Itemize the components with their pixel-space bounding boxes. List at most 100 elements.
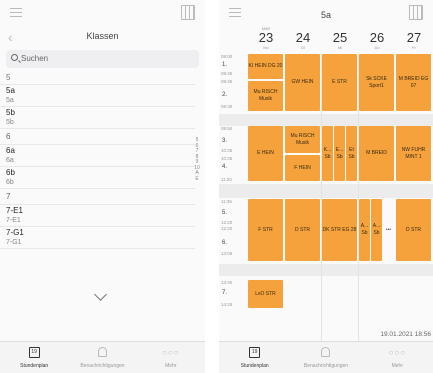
columns-icon[interactable] — [409, 5, 423, 20]
section-index[interactable]: 5 6 7 8 9 10 A E — [194, 137, 200, 183]
tab-label: Stundenplan — [20, 363, 49, 369]
tab-label: Benachrichtigungen — [303, 363, 349, 369]
day-name: Do — [374, 45, 380, 50]
lesson-cell[interactable]: KI HEIN DG 20 — [248, 54, 283, 79]
list-item[interactable]: 5a 5a — [0, 85, 195, 107]
day-number: 27 — [406, 30, 422, 45]
lesson-cell[interactable]: E... Sb — [334, 126, 345, 181]
tab-stundenplan[interactable]: 19 Stundenplan — [0, 342, 68, 373]
lesson-cell[interactable]: K... Sb — [322, 126, 333, 181]
section-header: 6 — [0, 129, 195, 145]
lesson-cell[interactable]: E HEIN — [248, 126, 283, 181]
time-label: 08:45 — [221, 79, 233, 84]
search-icon — [11, 54, 18, 61]
top-bar: 5a — [219, 0, 433, 26]
tab-mehr[interactable]: ○○○ Mehr — [137, 342, 205, 373]
lesson-cell[interactable]: A... Sb — [359, 199, 370, 261]
lesson-cell[interactable]: NW FUHR MINT 1 — [396, 126, 431, 181]
search-input[interactable]: Suchen — [6, 50, 199, 68]
day-column-header[interactable]: MäR 23 Mo — [248, 26, 284, 50]
day-name: Mo — [263, 45, 269, 50]
bell-icon — [321, 347, 331, 357]
item-name: 5b — [6, 108, 15, 117]
tab-label: Benachrichtigungen — [80, 363, 125, 369]
lesson-cell[interactable]: D STR — [285, 199, 320, 261]
lesson-cell[interactable]: GW HEIN — [285, 54, 320, 111]
tab-benachrichtigungen[interactable]: Benachrichtigungen — [68, 342, 136, 373]
class-list: 5 5a 5a 5b 5b 6 6a 6a 6b 6b 7 7-E1 7-E1 … — [0, 72, 195, 341]
period-number: 2. — [222, 92, 228, 98]
time-label: 09:50 — [221, 126, 233, 131]
period-number: 1. — [222, 62, 228, 68]
list-item[interactable]: 5b 5b — [0, 107, 195, 129]
lesson-cell[interactable]: M BREID — [359, 126, 394, 181]
lesson-cell[interactable]: F STR — [248, 199, 283, 261]
item-sub: 5b — [6, 119, 14, 126]
time-label: 13:05 — [221, 251, 233, 256]
columns-icon[interactable] — [181, 5, 195, 20]
period-number: 3. — [222, 138, 228, 144]
day-column-header[interactable]: 25 Mi — [322, 26, 358, 51]
item-name: 7-G1 — [6, 228, 24, 237]
item-name: 7-E1 — [6, 206, 23, 215]
lesson-cell[interactable]: Sk SCKE Sport1 — [359, 54, 394, 111]
day-number: 24 — [295, 30, 311, 45]
hamburger-menu-icon[interactable] — [10, 8, 22, 17]
list-item[interactable]: 7-G1 7-G1 — [0, 227, 195, 249]
tab-mehr[interactable]: ○○○ Mehr — [362, 342, 433, 373]
calendar-icon: 19 — [28, 347, 40, 358]
period-number: 5. — [222, 210, 228, 216]
day-number: 25 — [332, 30, 348, 45]
day-column-header[interactable]: 24 Di — [285, 26, 321, 51]
tab-benachrichtigungen[interactable]: Benachrichtigungen — [290, 342, 361, 373]
lesson-cell[interactable]: Mu RISCH Musik — [285, 126, 320, 153]
index-letter[interactable]: E — [194, 176, 200, 183]
day-column-header[interactable]: 27 Fr — [396, 26, 432, 51]
tab-label: Stundenplan — [240, 363, 269, 369]
day-name: Di — [301, 45, 305, 50]
timetable-grid: 08:00 1. 08:45 08:45 2. 09:30 09:50 3. 1… — [219, 54, 433, 341]
day-column-header[interactable]: 26 Do — [359, 26, 395, 51]
time-label: 08:00 — [221, 54, 233, 59]
lesson-cell[interactable]: DK STR EG 28 — [322, 199, 357, 261]
time-label: 13:40 — [221, 280, 233, 285]
period-number: 4. — [222, 164, 228, 170]
lesson-cell[interactable]: F HEIN — [285, 155, 320, 181]
day-number: 26 — [369, 30, 385, 45]
more-lessons-indicator[interactable]: ••• — [383, 199, 394, 261]
tab-label: Mehr — [165, 363, 177, 369]
time-label: 11:35 — [221, 199, 232, 204]
time-column: 08:00 1. 08:45 08:45 2. 09:30 09:50 3. 1… — [219, 54, 245, 341]
item-sub: 6b — [6, 179, 14, 186]
lesson-cell[interactable]: LsO STR — [248, 280, 283, 308]
search-placeholder: Suchen — [21, 54, 49, 63]
list-item[interactable]: 6a 6a — [0, 145, 195, 167]
item-name: 6a — [6, 146, 15, 155]
tab-stundenplan[interactable]: 19 Stundenplan — [219, 342, 290, 373]
more-dots-icon: ○○○ — [162, 348, 180, 357]
day-header: MäR 23 Mo 24 Di 25 Mi 26 Do 27 Fr — [219, 26, 433, 54]
list-item[interactable]: 5 — [0, 72, 195, 85]
lesson-cell[interactable]: E STR — [322, 54, 357, 111]
period-number: 6. — [222, 240, 228, 246]
tab-bar: 19 Stundenplan Benachrichtigungen ○○○ Me… — [219, 341, 433, 373]
section-header: 7 — [0, 189, 195, 205]
lesson-cell[interactable]: Mu RISCH Musik — [248, 81, 283, 111]
item-name: 6b — [6, 168, 15, 177]
tab-label: Mehr — [391, 363, 404, 369]
timetable-screen: 5a MäR 23 Mo 24 Di 25 Mi 26 Do 27 Fr 08:… — [219, 0, 433, 373]
lesson-cell[interactable]: D STR — [396, 199, 431, 261]
time-label: 10:35 — [221, 148, 233, 153]
lesson-cell[interactable]: Et Sb — [346, 126, 357, 181]
class-list-screen: ‹ Klassen Suchen 5 5a 5a 5b 5b 6 6a 6a 6… — [0, 0, 205, 373]
day-number: 23 — [258, 30, 274, 45]
list-item[interactable]: 6b 6b — [0, 167, 195, 189]
lesson-cell[interactable]: A... Sb — [371, 199, 382, 261]
tab-bar: 19 Stundenplan Benachrichtigungen ○○○ Me… — [0, 341, 205, 373]
top-bar — [0, 0, 205, 26]
lesson-cell[interactable]: M BREID EG 07 — [396, 54, 431, 111]
list-item[interactable]: 7-E1 7-E1 — [0, 205, 195, 227]
item-sub: 5a — [6, 97, 14, 104]
more-dots-icon: ○○○ — [388, 348, 407, 357]
page-title: 5a — [320, 10, 331, 20]
